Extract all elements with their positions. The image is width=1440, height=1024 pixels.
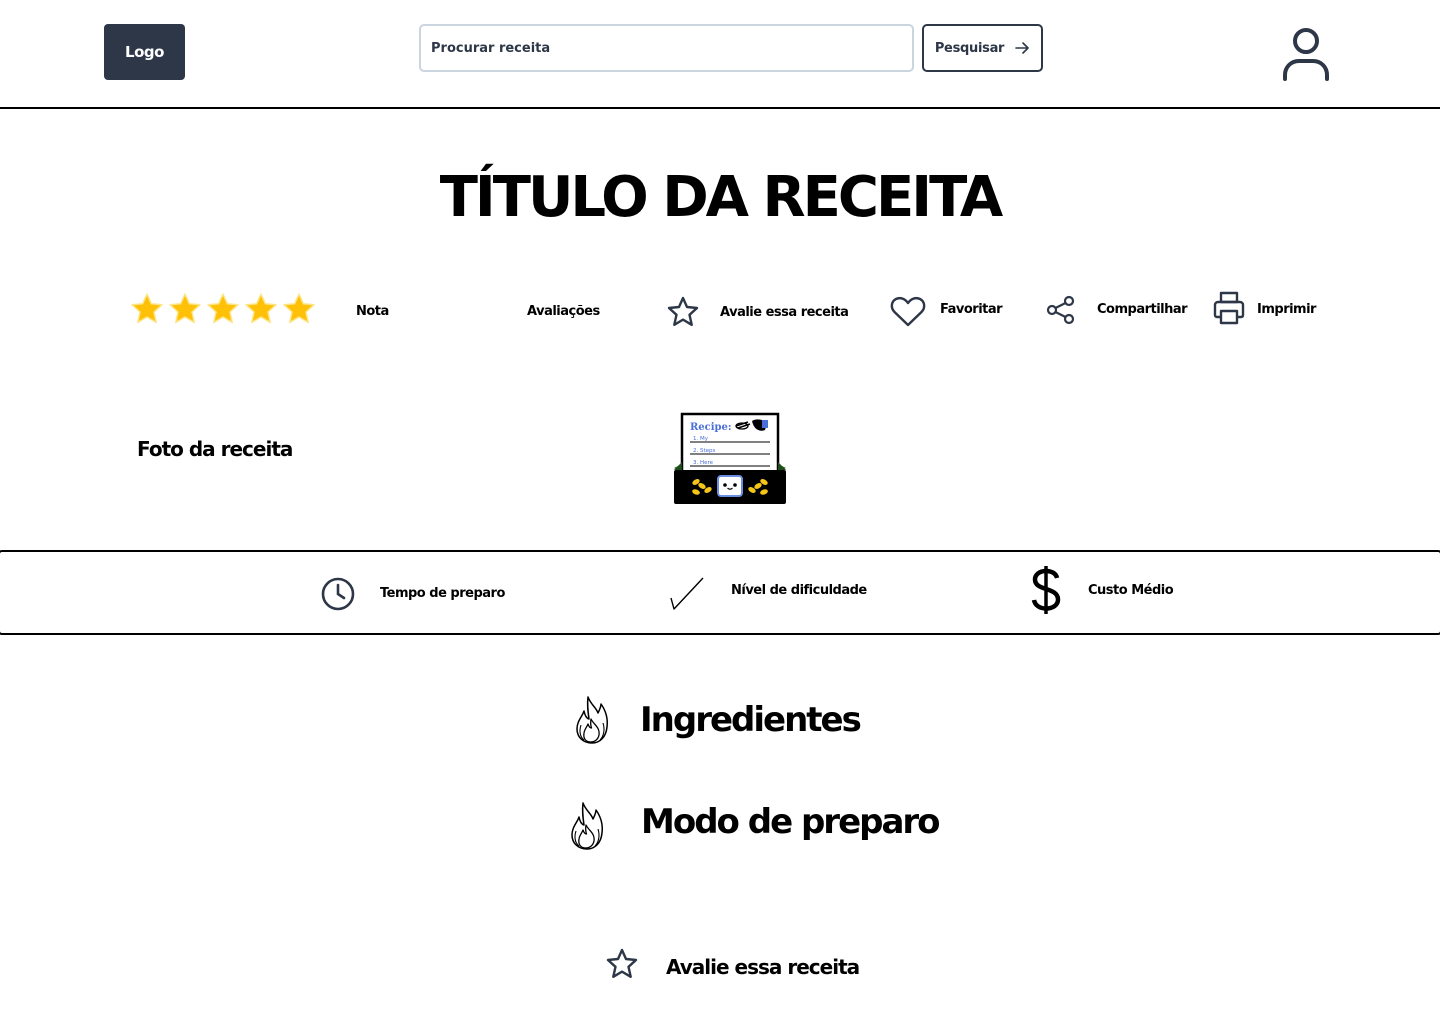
logo[interactable]: Logo [104,24,185,80]
print-label: Imprimir [1257,301,1316,317]
rate-recipe-button[interactable]: Avalie essa receita [666,295,849,329]
prep-time-label: Tempo de preparo [380,586,505,601]
star-filled-icon [131,293,163,324]
rate-recipe-label: Avalie essa receita [720,304,849,320]
star-filled-icon [283,293,315,324]
clock-icon [321,577,355,611]
recipe-card-heading: Recipe: [690,422,732,433]
star-outline-icon [606,948,638,978]
fire-icon [576,696,608,744]
star-filled-icon [169,293,201,324]
favorite-button[interactable]: Favoritar [890,296,1003,328]
star-filled-icon [245,293,277,324]
star-outline-icon [667,296,699,326]
recipe-photo-label: Foto da receita [137,437,293,461]
fire-icon [571,802,603,850]
method-title: Modo de preparo [641,802,941,842]
printer-icon [1213,291,1245,325]
cost-label: Custo Médio [1088,583,1174,598]
share-icon [1046,295,1075,325]
rating-label: Nota [356,304,389,319]
recipe-info-bar [0,550,1440,635]
rate-recipe-bottom-label: Avalie essa receita [666,955,860,979]
user-icon[interactable] [1280,26,1332,82]
ingredients-title: Ingredientes [640,700,862,740]
rating-stars [130,292,316,326]
star-filled-icon [207,293,239,324]
share-button[interactable]: Compartilhar [1045,295,1188,325]
recipe-card-line-3: 3. Here [693,460,714,466]
dollar-icon [1031,566,1061,614]
search-button-label: Pesquisar [934,40,1005,56]
rate-recipe-bottom-button[interactable]: Avalie essa receita [605,947,860,981]
search-input[interactable] [419,24,914,72]
header-divider [0,107,1440,109]
favorite-label: Favoritar [940,301,1003,317]
share-label: Compartilhar [1097,301,1188,317]
recipe-card-line-2: 2. Steps [693,448,716,454]
print-button[interactable]: Imprimir [1212,290,1316,326]
search-button[interactable]: Pesquisar [922,24,1043,72]
recipe-box-illustration: Recipe: 1. My 2. Steps 3. Here [674,412,786,504]
arrow-right-icon [1015,42,1029,54]
reviews-label: Avaliações [527,304,600,319]
difficulty-label: Nível de dificuldade [731,583,867,598]
heart-icon [890,296,926,327]
check-icon [670,577,704,610]
recipe-card-line-1: 1. My [693,436,709,442]
recipe-title: TÍTULO DA RECEITA [439,165,1004,230]
